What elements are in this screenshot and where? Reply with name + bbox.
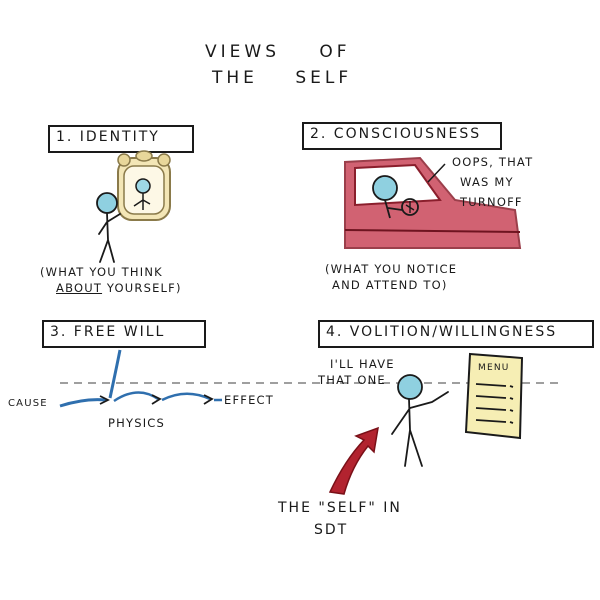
effect-label: EFFECT [224, 393, 275, 407]
panel-consciousness-speech-line3: TURNOFF [460, 195, 523, 209]
footer-line1: THE "SELF" IN [278, 500, 402, 516]
pointer-arrow-icon [328, 426, 379, 495]
physics-label: PHYSICS [108, 416, 166, 430]
panel-volition-speech-line1: I'LL HAVE [330, 357, 395, 371]
panel-volition-speech-line2: THAT ONE [318, 373, 386, 387]
panel-consciousness-caption-line2: AND ATTEND TO) [332, 278, 448, 292]
panel-consciousness-caption-line1: (WHAT YOU NOTICE [325, 262, 458, 276]
panel-identity-caption-line2: ABOUT YOURSELF) [56, 281, 182, 295]
panel-consciousness-speech-line2: WAS MY [460, 175, 514, 189]
cause-label: CAUSE [8, 398, 48, 409]
footer-line2: SDT [314, 522, 349, 538]
panel-identity-caption-line1: (WHAT YOU THINK [40, 265, 163, 279]
panel-consciousness-speech-line1: OOPS, THAT [452, 155, 534, 169]
mirror-icon [117, 150, 171, 221]
caption-suffix: YOURSELF) [102, 281, 182, 295]
menu-label: MENU [478, 363, 510, 373]
caption-underlined-word: ABOUT [56, 281, 103, 295]
person-figure-identity [96, 192, 121, 263]
person-figure-volition [391, 374, 449, 467]
